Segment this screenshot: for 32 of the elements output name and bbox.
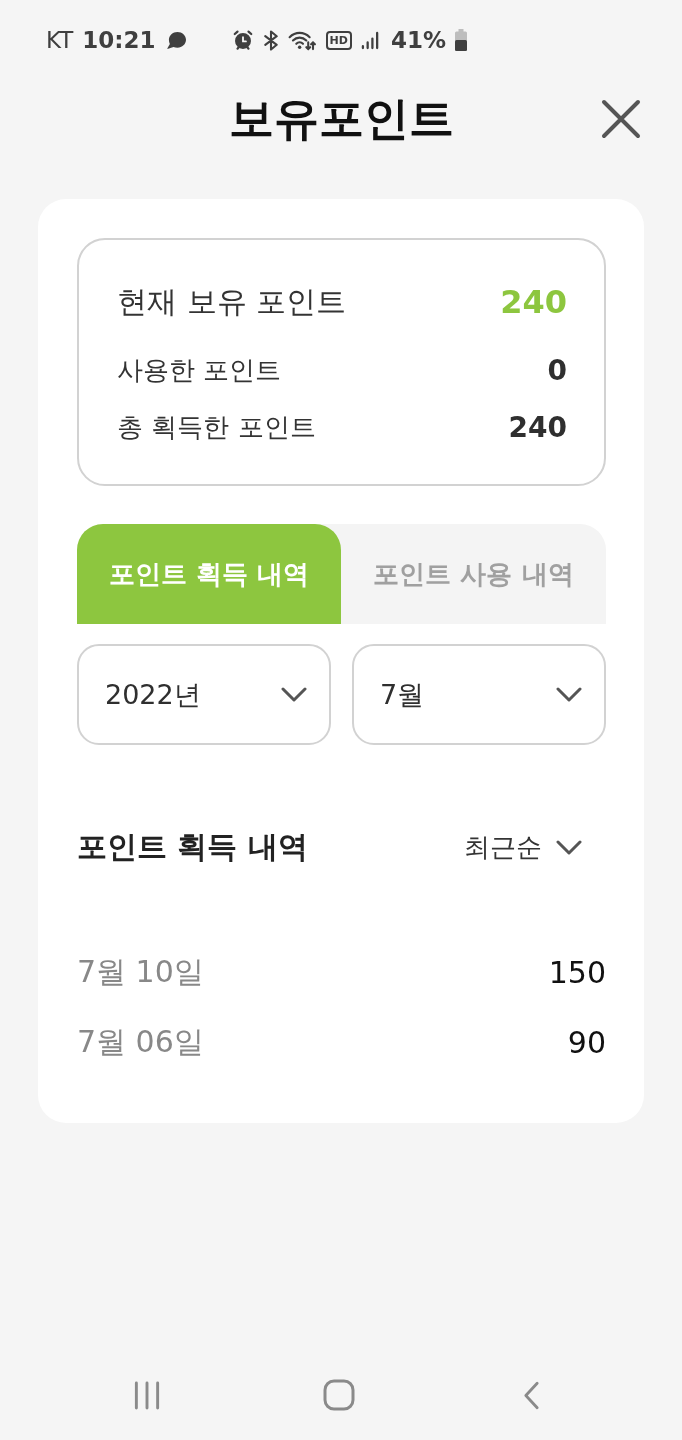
points-text: 150: [548, 954, 606, 990]
summary-value: 240: [508, 410, 567, 444]
dropdown[interactable]: 7월: [352, 644, 606, 745]
battery-icon: [455, 29, 467, 51]
battery-percent-text: 41%: [390, 27, 446, 53]
summary-value: 240: [500, 283, 567, 321]
home-icon[interactable]: [323, 1379, 355, 1411]
summary-label: 현재 보유 포인트: [117, 282, 347, 321]
summary-label: 총 획득한 포인트: [117, 410, 316, 444]
section-heading: 포인트 획득 내역: [77, 827, 308, 866]
time-text: 10:21: [82, 27, 156, 53]
chevron-down-icon: [556, 839, 582, 855]
close-icon[interactable]: [601, 99, 641, 139]
carrier-text: KT: [46, 27, 74, 53]
sort-dropdown[interactable]: 최근순: [464, 825, 582, 869]
summary-label: 사용한 포인트: [117, 353, 282, 387]
alarm-clock-icon: [231, 29, 254, 51]
dropdown[interactable]: 2022년: [77, 644, 331, 745]
date-text: 7월 10일: [77, 952, 204, 991]
points-text: 90: [567, 1024, 606, 1060]
chat-bubble-icon: [165, 30, 187, 50]
summary-value: 0: [547, 353, 567, 387]
hd-badge: HD: [325, 30, 352, 50]
back-icon[interactable]: [522, 1380, 540, 1410]
signal-icon: [360, 30, 380, 50]
chevron-down-icon: [281, 687, 307, 702]
bluetooth-icon: [262, 29, 279, 51]
date-text: 7월 06일: [77, 1022, 204, 1061]
page-title: 보유포인트: [228, 91, 454, 147]
wifi-icon: [287, 29, 317, 51]
recent-apps-icon[interactable]: [133, 1380, 161, 1410]
chevron-down-icon: [556, 687, 582, 702]
